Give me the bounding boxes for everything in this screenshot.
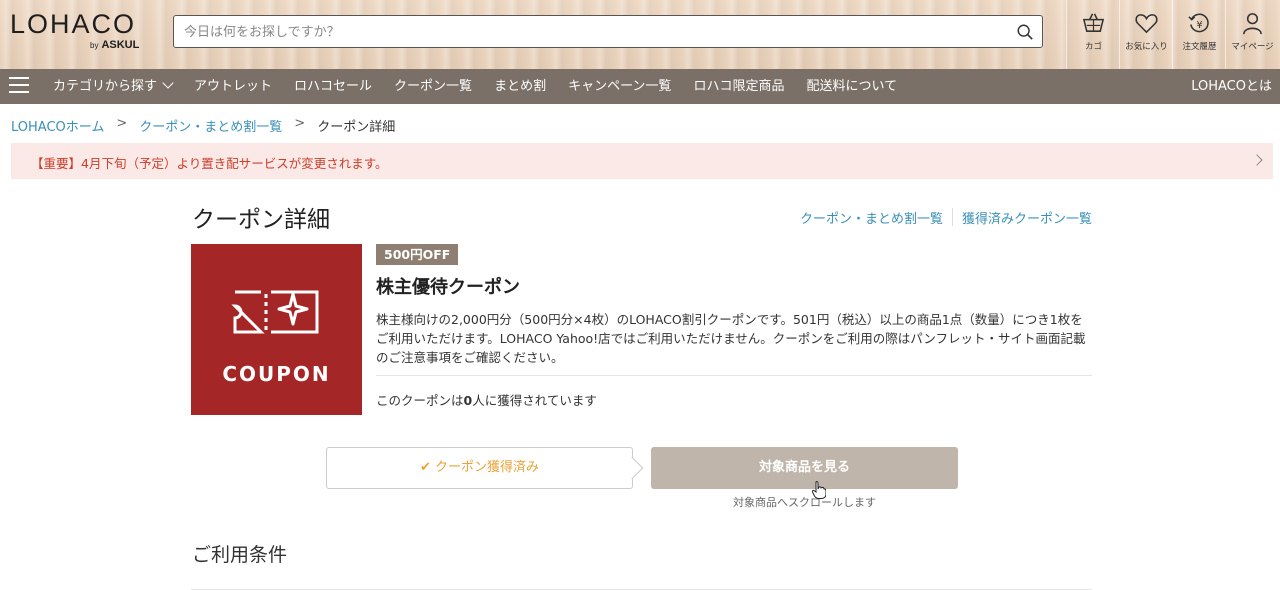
acquired-coupons-link[interactable]: 獲得済みクーポン一覧 bbox=[962, 208, 1092, 227]
search-box bbox=[173, 15, 1043, 48]
nav-item-sale[interactable]: ロハコセール bbox=[283, 69, 383, 104]
breadcrumb-separator: > bbox=[294, 116, 306, 131]
coupon-acquired-button[interactable]: ✔ クーポン獲得済み bbox=[326, 447, 644, 489]
nav-item-shipping[interactable]: 配送料について bbox=[795, 69, 908, 104]
cart-button[interactable]: カゴ bbox=[1066, 0, 1119, 69]
logo-text: LOHACO bbox=[10, 9, 137, 39]
order-history-button[interactable]: ¥ 注文履歴 bbox=[1172, 0, 1225, 69]
favorites-label: お気に入り bbox=[1125, 42, 1168, 52]
coupon-word: COUPON bbox=[222, 362, 331, 386]
cart-label: カゴ bbox=[1084, 42, 1102, 52]
notice-text: 【重要】4月下旬（予定）より置き配サービスが変更されます。 bbox=[31, 156, 388, 171]
nav-item-exclusive[interactable]: ロハコ限定商品 bbox=[682, 69, 795, 104]
scroll-note: 対象商品へスクロールします bbox=[733, 496, 876, 509]
page-title: クーポン詳細 bbox=[192, 207, 330, 233]
acquired-count-text: このクーポンは0人に獲得されています bbox=[376, 393, 597, 408]
acquired-count: 0 bbox=[463, 393, 473, 408]
nav-item-campaigns[interactable]: キャンペーン一覧 bbox=[557, 69, 682, 104]
header-icons: カゴ お気に入り ¥ 注文履歴 マイページ bbox=[1066, 0, 1278, 69]
logo-subtext: by ASKUL bbox=[90, 39, 140, 51]
site-header: LOHACO byASKUL カゴ お気に入り bbox=[0, 0, 1280, 69]
lohaco-logo[interactable]: LOHACO by ASKUL bbox=[10, 10, 155, 52]
view-target-products-button[interactable]: 対象商品を見る bbox=[651, 447, 958, 489]
link-divider bbox=[951, 208, 953, 226]
cart-icon bbox=[1082, 13, 1105, 32]
terms-title: ご利用条件 bbox=[192, 544, 288, 566]
divider bbox=[376, 375, 1092, 376]
nav-item-coupons[interactable]: クーポン一覧 bbox=[383, 69, 483, 104]
arrow-tip bbox=[620, 456, 644, 480]
search-icon[interactable] bbox=[1016, 23, 1034, 41]
coupon-list-link[interactable]: クーポン・まとめ割一覧 bbox=[800, 208, 943, 227]
breadcrumb: LOHACOホーム > クーポン・まとめ割一覧 > クーポン詳細 bbox=[11, 116, 395, 135]
breadcrumb-current: クーポン詳細 bbox=[317, 120, 396, 135]
order-history-label: 注文履歴 bbox=[1182, 42, 1217, 52]
breadcrumb-coupon-list[interactable]: クーポン・まとめ割一覧 bbox=[139, 116, 282, 135]
coupon-links: クーポン・まとめ割一覧 獲得済みクーポン一覧 bbox=[800, 208, 1092, 227]
svg-text:¥: ¥ bbox=[1196, 20, 1202, 31]
chevron-down-icon bbox=[162, 77, 174, 89]
coupon-image: COUPON bbox=[191, 244, 362, 415]
heart-icon bbox=[1135, 14, 1158, 34]
menu-icon[interactable] bbox=[9, 77, 29, 95]
important-notice-banner[interactable]: 【重要】4月下旬（予定）より置き配サービスが変更されます。 bbox=[11, 143, 1273, 179]
mypage-label: マイページ bbox=[1231, 42, 1274, 52]
nav-item-category[interactable]: カテゴリから探す bbox=[42, 69, 183, 104]
coupon-name: 株主優待クーポン bbox=[376, 277, 520, 298]
check-icon: ✔ bbox=[419, 460, 435, 475]
discount-badge: 500円OFF bbox=[376, 244, 459, 265]
search-input[interactable] bbox=[184, 20, 1004, 44]
mypage-button[interactable]: マイページ bbox=[1225, 0, 1278, 69]
nav-item-bulk-discount[interactable]: まとめ割 bbox=[483, 69, 557, 104]
favorites-button[interactable]: お気に入り bbox=[1119, 0, 1172, 69]
breadcrumb-home[interactable]: LOHACOホーム bbox=[11, 116, 104, 135]
user-icon bbox=[1243, 13, 1262, 35]
global-nav: カテゴリから探す アウトレット ロハコセール クーポン一覧 まとめ割 キャンペー… bbox=[0, 69, 1280, 104]
nav-list: カテゴリから探す アウトレット ロハコセール クーポン一覧 まとめ割 キャンペー… bbox=[42, 69, 908, 104]
breadcrumb-separator: > bbox=[116, 116, 128, 131]
order-history-icon: ¥ bbox=[1188, 13, 1209, 33]
nav-about-link[interactable]: LOHACOとは bbox=[1191, 69, 1272, 104]
chevron-right-icon bbox=[1251, 154, 1263, 166]
coupon-description: 株主様向けの2,000円分（500円分×4枚）のLOHACO割引クーポンです。5… bbox=[376, 312, 1086, 365]
nav-item-outlet[interactable]: アウトレット bbox=[183, 69, 283, 104]
hand-cursor-icon bbox=[812, 481, 826, 499]
coupon-ticket-icon bbox=[231, 290, 319, 334]
